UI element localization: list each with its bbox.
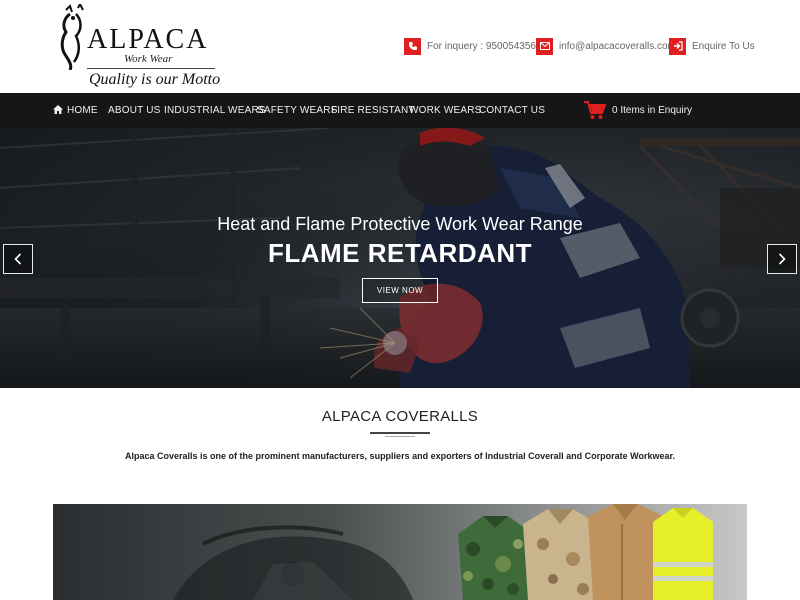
email-contact[interactable]: info@alpacacoveralls.com — [536, 37, 676, 55]
about-description: Alpaca Coveralls is one of the prominent… — [125, 451, 675, 461]
envelope-icon — [536, 37, 553, 55]
hero-title: FLAME RETARDANT — [267, 238, 533, 268]
view-now-button[interactable]: VIEW NOW — [362, 278, 438, 303]
enquire-text: Enquire To Us — [692, 40, 755, 52]
title-underline — [370, 432, 430, 434]
slider-prev-button[interactable] — [3, 244, 33, 274]
slider-next-button[interactable] — [767, 244, 797, 274]
coveralls-collage-image — [173, 504, 713, 600]
brand-name: ALPACA — [87, 24, 209, 55]
email-text: info@alpacacoveralls.com — [559, 40, 676, 52]
home-icon — [53, 105, 63, 114]
nav-home[interactable]: HOME — [67, 93, 98, 128]
about-title: ALPACA COVERALLS — [321, 408, 479, 425]
chevron-right-icon — [778, 253, 786, 265]
alpaca-logo-icon — [60, 4, 84, 70]
phone-contact[interactable]: For inquery : 9500543562 — [404, 37, 542, 55]
nav-safety-wears[interactable]: SAFETY WEARS — [257, 93, 338, 128]
logo-divider — [87, 68, 215, 69]
brand-motto: Quality is our Motto — [89, 71, 221, 88]
hero-subtitle: Heat and Flame Protective Work Wear Rang… — [217, 214, 583, 234]
nav-work-wears[interactable]: WORK WEARS — [409, 93, 482, 128]
phone-icon — [404, 37, 421, 55]
title-underline-thin — [385, 436, 415, 437]
nav-fire-resistant[interactable]: FIRE RESISTANT — [331, 93, 415, 128]
site-header: ALPACA Work Wear Quality is our Motto Fo… — [0, 0, 800, 93]
nav-industrial-wears[interactable]: INDUSTRIAL WEARS — [164, 93, 266, 128]
cart-count[interactable]: 0 Items in Enquiry — [612, 93, 692, 128]
brand-sub: Work Wear — [124, 53, 173, 65]
sign-in-icon — [669, 37, 686, 55]
phone-text: For inquery : 9500543562 — [427, 40, 542, 52]
brand-logo[interactable]: ALPACA Work Wear Quality is our Motto — [52, 4, 222, 90]
nav-about-us[interactable]: ABOUT US — [108, 93, 161, 128]
main-nav: HOME ABOUT US INDUSTRIAL WEARS SAFETY WE… — [0, 93, 800, 128]
cart-icon[interactable] — [584, 101, 606, 120]
enquire-link[interactable]: Enquire To Us — [669, 37, 755, 55]
nav-contact-us[interactable]: CONTACT US — [479, 93, 545, 128]
chevron-left-icon — [14, 253, 22, 265]
hero-slider: Heat and Flame Protective Work Wear Rang… — [0, 128, 800, 388]
product-banner-image — [53, 504, 747, 600]
